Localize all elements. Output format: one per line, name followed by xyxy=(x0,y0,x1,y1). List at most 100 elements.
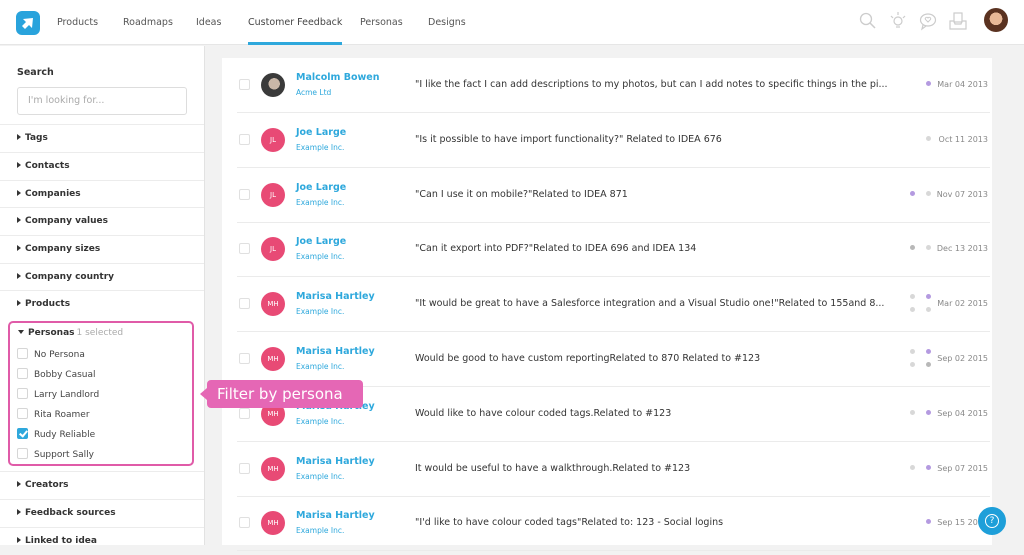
caret-right-icon xyxy=(17,300,21,306)
feedback-text[interactable]: "I like the fact I can add descriptions … xyxy=(415,79,888,90)
persona-option[interactable]: Rita Roamer xyxy=(17,408,90,424)
row-checkbox[interactable] xyxy=(239,462,250,474)
row-checkbox[interactable] xyxy=(239,79,250,90)
persona-option[interactable]: Support Sally xyxy=(17,448,94,464)
contact-company[interactable]: Example Inc. xyxy=(296,362,344,371)
lightbulb-icon[interactable] xyxy=(888,11,908,31)
contact-company[interactable]: Example Inc. xyxy=(296,143,344,152)
filter-tags[interactable]: Tags xyxy=(0,124,204,152)
persona-option[interactable]: Bobby Casual xyxy=(17,368,96,384)
contact-name[interactable]: Joe Large xyxy=(296,182,346,193)
feedback-row[interactable]: JL Joe Large Example Inc. "Is it possible t… xyxy=(237,113,990,168)
search-input[interactable]: I'm looking for... xyxy=(17,87,187,115)
filter-companies[interactable]: Companies xyxy=(0,180,204,208)
feedback-text[interactable]: "Can it export into PDF?"Related to IDEA… xyxy=(415,243,696,254)
user-avatar[interactable] xyxy=(984,8,1008,32)
feedback-text[interactable]: "Can I use it on mobile?"Related to IDEA… xyxy=(415,189,628,200)
checkbox-checked[interactable] xyxy=(17,428,28,439)
persona-dot xyxy=(926,81,931,86)
contact-company[interactable]: Example Inc. xyxy=(296,526,344,535)
contact-name[interactable]: Marisa Hartley xyxy=(296,291,375,302)
persona-option-label: Rita Roamer xyxy=(34,410,90,420)
feedback-row[interactable]: Malcolm Bowen Acme Ltd "I like the fact I … xyxy=(237,58,990,113)
filter-company-country[interactable]: Company country xyxy=(0,263,204,291)
filter-products[interactable]: Products xyxy=(0,290,204,318)
contact-company[interactable]: Example Inc. xyxy=(296,198,344,207)
checkbox[interactable] xyxy=(17,348,28,359)
contact-name[interactable]: Malcolm Bowen xyxy=(296,72,380,83)
feedback-row[interactable]: JL Joe Large Example Inc. "Can it export in… xyxy=(237,222,990,278)
checkbox[interactable] xyxy=(17,408,28,419)
filter-sidebar: Search I'm looking for... Tags Contacts … xyxy=(0,46,205,546)
row-checkbox[interactable] xyxy=(239,298,250,310)
contact-avatar: JL xyxy=(261,127,285,152)
feedback-text[interactable]: "It would be great to have a Salesforce … xyxy=(415,298,884,309)
checkbox[interactable] xyxy=(17,388,28,399)
nav-customer-feedback[interactable]: Customer Feedback xyxy=(248,0,343,45)
nav-personas[interactable]: Personas xyxy=(360,0,403,45)
filter-company-sizes[interactable]: Company sizes xyxy=(0,235,204,263)
caret-right-icon xyxy=(17,509,21,515)
question-icon: ? xyxy=(985,514,999,528)
filter-company-values[interactable]: Company values xyxy=(0,207,204,235)
row-checkbox[interactable] xyxy=(239,407,250,419)
nav-ideas[interactable]: Ideas xyxy=(196,0,221,45)
filter-creators[interactable]: Creators xyxy=(0,471,204,499)
top-navigation-bar: Products Roadmaps Ideas Customer Feedbac… xyxy=(0,0,1024,45)
contact-company[interactable]: Example Inc. xyxy=(296,307,344,316)
contact-company[interactable]: Example Inc. xyxy=(296,472,344,481)
persona-option[interactable]: Rudy Reliable xyxy=(17,428,95,444)
persona-dots xyxy=(908,79,932,93)
feedback-row[interactable]: MH Marisa Hartley Example Inc. Would be goo… xyxy=(237,332,990,387)
filter-contacts[interactable]: Contacts xyxy=(0,152,204,180)
contact-avatar: MH xyxy=(261,347,285,371)
feedback-text[interactable]: It would be useful to have a walkthrough… xyxy=(415,463,690,474)
persona-option[interactable]: No Persona xyxy=(17,348,85,364)
feedback-row[interactable]: MH Marisa Hartley Example Inc. "I'd like to… xyxy=(237,496,990,552)
feedback-text[interactable]: "Is it possible to have import functiona… xyxy=(415,134,722,145)
contact-name[interactable]: Marisa Hartley xyxy=(296,346,375,357)
persona-dot xyxy=(926,294,931,300)
feedback-date: Dec 13 2013 xyxy=(936,244,988,254)
search-icon[interactable] xyxy=(858,11,878,31)
persona-option[interactable]: Larry Landlord xyxy=(17,388,99,404)
help-button[interactable]: ? xyxy=(978,507,1006,535)
nav-products[interactable]: Products xyxy=(57,0,98,45)
feedback-text[interactable]: "I'd like to have colour coded tags"Rela… xyxy=(415,517,723,528)
feedback-date: Sep 02 2015 xyxy=(937,354,988,363)
nav-roadmaps[interactable]: Roadmaps xyxy=(123,0,173,45)
contact-name[interactable]: Marisa Hartley xyxy=(296,510,375,521)
contact-company[interactable]: Acme Ltd xyxy=(296,88,331,97)
feedback-text[interactable]: Would like to have colour coded tags.Rel… xyxy=(415,408,671,419)
chat-heart-icon[interactable] xyxy=(918,11,938,31)
contact-name[interactable]: Joe Large xyxy=(296,127,346,138)
personas-filter-header[interactable]: Personas 1 selected xyxy=(18,328,123,338)
row-checkbox[interactable] xyxy=(239,133,250,145)
contact-avatar: JL xyxy=(261,182,285,207)
row-checkbox[interactable] xyxy=(239,353,250,364)
contact-name[interactable]: Joe Large xyxy=(296,236,346,247)
checkbox[interactable] xyxy=(17,448,28,459)
feedback-row[interactable]: JL Joe Large Example Inc. "Can I use it on … xyxy=(237,168,990,223)
feedback-row[interactable]: MH Marisa Hartley Example Inc. It would be … xyxy=(237,442,990,497)
filter-linked-to-idea[interactable]: Linked to idea xyxy=(0,527,204,555)
persona-dot xyxy=(926,349,931,354)
feedback-row[interactable]: MH Marisa Hartley Example Inc. "It would be… xyxy=(237,277,990,333)
persona-dots xyxy=(908,463,932,477)
row-checkbox[interactable] xyxy=(239,188,250,200)
row-checkbox[interactable] xyxy=(239,243,250,255)
filter-feedback-sources[interactable]: Feedback sources xyxy=(0,499,204,527)
persona-dot xyxy=(910,362,915,367)
contact-company[interactable]: Example Inc. xyxy=(296,252,344,261)
persona-option-label: Bobby Casual xyxy=(34,370,96,380)
nav-designs[interactable]: Designs xyxy=(428,0,466,45)
inbox-icon[interactable] xyxy=(948,11,968,31)
feedback-list: Malcolm Bowen Acme Ltd "I like the fact I … xyxy=(222,58,992,552)
contact-company[interactable]: Example Inc. xyxy=(296,417,344,426)
app-logo[interactable] xyxy=(16,11,40,35)
checkbox[interactable] xyxy=(17,368,28,379)
feedback-text[interactable]: Would be good to have custom reportingRe… xyxy=(415,353,760,364)
caret-right-icon xyxy=(17,481,21,487)
row-checkbox[interactable] xyxy=(239,517,250,529)
contact-name[interactable]: Marisa Hartley xyxy=(296,456,375,467)
